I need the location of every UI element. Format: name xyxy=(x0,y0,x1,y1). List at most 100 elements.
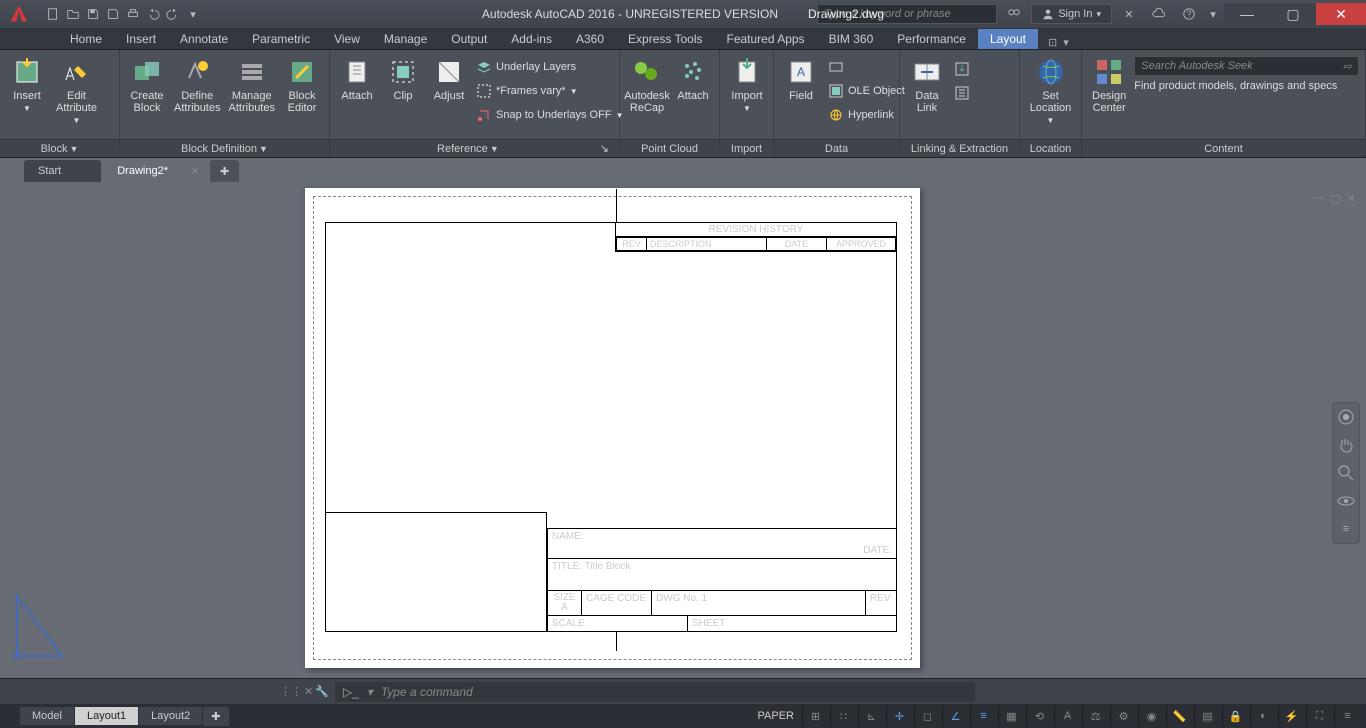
snap-icon[interactable]: ∷ xyxy=(830,705,856,727)
ucs-icon[interactable] xyxy=(12,591,72,664)
nav-zoom-icon[interactable] xyxy=(1336,463,1356,483)
isolate-icon[interactable]: ◐ xyxy=(1250,705,1276,727)
exchange-icon[interactable]: ✕ xyxy=(1116,3,1142,25)
grid-icon[interactable]: ⊞ xyxy=(802,705,828,727)
minimize-button[interactable]: — xyxy=(1224,3,1270,25)
space-indicator[interactable]: PAPER xyxy=(758,710,794,722)
tab-home[interactable]: Home xyxy=(58,29,114,49)
lock-ui-icon[interactable]: 🔒 xyxy=(1222,705,1248,727)
doc-dropdown-icon[interactable]: ▾ xyxy=(1063,36,1069,49)
tab-parametric[interactable]: Parametric xyxy=(240,29,322,49)
command-input[interactable]: ▷_ ▾ Type a command xyxy=(335,682,975,702)
close-tab-icon[interactable]: ✕ xyxy=(191,165,200,178)
panel-reference-title[interactable]: Reference▼↘ xyxy=(330,139,619,157)
otrack-icon[interactable]: ∠ xyxy=(942,705,968,727)
nav-orbit-icon[interactable] xyxy=(1336,491,1356,511)
vp-close-icon[interactable]: ✕ xyxy=(1347,192,1356,205)
tab-manage[interactable]: Manage xyxy=(372,29,439,49)
help-dropdown-icon[interactable]: ▾ xyxy=(1206,3,1220,25)
panel-block-title[interactable]: Block▼ xyxy=(0,139,119,157)
clean-screen-icon[interactable]: ⛶ xyxy=(1306,705,1332,727)
annotation-monitor-icon[interactable]: ◉ xyxy=(1138,705,1164,727)
tab-performance[interactable]: Performance xyxy=(885,29,978,49)
ortho-icon[interactable]: ⊾ xyxy=(858,705,884,727)
tab-view[interactable]: View xyxy=(322,29,372,49)
redo-icon[interactable] xyxy=(164,5,182,23)
new-icon[interactable] xyxy=(44,5,62,23)
tab-add-layout[interactable]: ✚ xyxy=(203,707,228,726)
hyperlink-button[interactable]: Hyperlink xyxy=(826,104,907,126)
frames-button[interactable]: *Frames vary* ▼ xyxy=(474,80,625,102)
pc-attach-button[interactable]: Attach xyxy=(672,54,714,104)
tab-layout1[interactable]: Layout1 xyxy=(75,707,138,725)
underlay-layers-button[interactable]: Underlay Layers xyxy=(474,56,625,78)
cmd-close-icon[interactable]: ✕ xyxy=(304,685,313,698)
tab-output[interactable]: Output xyxy=(439,29,499,49)
app-menu-button[interactable] xyxy=(0,0,38,28)
tab-layout2[interactable]: Layout2 xyxy=(139,707,202,725)
undo-icon[interactable] xyxy=(144,5,162,23)
recap-button[interactable]: Autodesk ReCap xyxy=(626,54,668,116)
seek-go-icon[interactable]: ⇨ xyxy=(1343,60,1352,73)
tab-layout[interactable]: Layout xyxy=(978,29,1038,49)
nav-more-icon[interactable]: ≡ xyxy=(1336,519,1356,539)
block-editor-button[interactable]: Block Editor xyxy=(281,54,323,116)
help-icon[interactable]: ? xyxy=(1176,3,1202,25)
extract-data-icon[interactable] xyxy=(952,82,972,104)
attach-button[interactable]: Attach xyxy=(336,54,378,104)
saveas-icon[interactable] xyxy=(104,5,122,23)
cmd-config-icon[interactable]: 🔧 xyxy=(315,685,329,698)
clip-button[interactable]: Clip xyxy=(382,54,424,104)
units-icon[interactable]: 📏 xyxy=(1166,705,1192,727)
drawing-canvas[interactable]: REVISION HISTORY REV DESCRIPTION DATE AP… xyxy=(0,182,1366,678)
tab-annotate[interactable]: Annotate xyxy=(168,29,240,49)
scale-list-icon[interactable]: ⚖ xyxy=(1082,705,1108,727)
signin-button[interactable]: Sign In▾ xyxy=(1031,4,1112,24)
cloud-icon[interactable] xyxy=(1146,3,1172,25)
ole-button[interactable] xyxy=(826,56,907,78)
snap-underlays-button[interactable]: Snap to Underlays OFF ▼ xyxy=(474,104,625,126)
maximize-button[interactable]: ▢ xyxy=(1270,3,1316,25)
vp-maximize-icon[interactable]: ▢ xyxy=(1330,192,1340,205)
transparency-icon[interactable]: ▦ xyxy=(998,705,1024,727)
tab-express[interactable]: Express Tools xyxy=(616,29,714,49)
doc-focus-icon[interactable]: ⊡ xyxy=(1048,36,1057,49)
tab-bim360[interactable]: BIM 360 xyxy=(817,29,886,49)
filetab-drawing2[interactable]: Drawing2*✕ xyxy=(103,160,208,182)
vp-minimize-icon[interactable]: — xyxy=(1313,192,1324,205)
insert-button[interactable]: Insert▼ xyxy=(6,54,48,115)
set-location-button[interactable]: Set Location▼ xyxy=(1026,54,1075,127)
define-attributes-button[interactable]: Define Attributes xyxy=(172,54,223,116)
cmd-grip-icon[interactable]: ⋮⋮ xyxy=(280,685,302,698)
search-icon[interactable] xyxy=(1001,3,1027,25)
osnap-icon[interactable]: ◻ xyxy=(914,705,940,727)
tab-addins[interactable]: Add-ins xyxy=(499,29,564,49)
design-center-button[interactable]: Design Center xyxy=(1088,54,1130,116)
customize-icon[interactable]: ≡ xyxy=(1334,705,1360,727)
lineweight-icon[interactable]: ≡ xyxy=(970,705,996,727)
tab-a360[interactable]: A360 xyxy=(564,29,616,49)
manage-attributes-button[interactable]: Manage Attributes xyxy=(227,54,278,116)
create-block-button[interactable]: Create Block xyxy=(126,54,168,116)
open-icon[interactable] xyxy=(64,5,82,23)
close-button[interactable]: ✕ xyxy=(1316,3,1366,25)
qat-dropdown-icon[interactable]: ▾ xyxy=(184,5,202,23)
field-button[interactable]: AField xyxy=(780,54,822,104)
adjust-button[interactable]: Adjust xyxy=(428,54,470,104)
tab-featured[interactable]: Featured Apps xyxy=(715,29,817,49)
selection-cycling-icon[interactable]: ⟲ xyxy=(1026,705,1052,727)
tab-insert[interactable]: Insert xyxy=(114,29,168,49)
quick-properties-icon[interactable]: ▤ xyxy=(1194,705,1220,727)
nav-wheel-icon[interactable] xyxy=(1336,407,1356,427)
panel-blockdef-title[interactable]: Block Definition▼ xyxy=(120,139,329,157)
print-icon[interactable] xyxy=(124,5,142,23)
workspace-icon[interactable]: ⚙ xyxy=(1110,705,1136,727)
edit-attribute-button[interactable]: Edit Attribute▼ xyxy=(52,54,101,127)
save-icon[interactable] xyxy=(84,5,102,23)
ole-object-button[interactable]: OLE Object xyxy=(826,80,907,102)
filetab-start[interactable]: Start xyxy=(24,160,101,182)
polar-icon[interactable]: ✛ xyxy=(886,705,912,727)
seek-search-input[interactable]: Search Autodesk Seek⇨ xyxy=(1134,56,1359,76)
datalink-button[interactable]: Data Link xyxy=(906,54,948,116)
download-link-icon[interactable] xyxy=(952,58,972,80)
